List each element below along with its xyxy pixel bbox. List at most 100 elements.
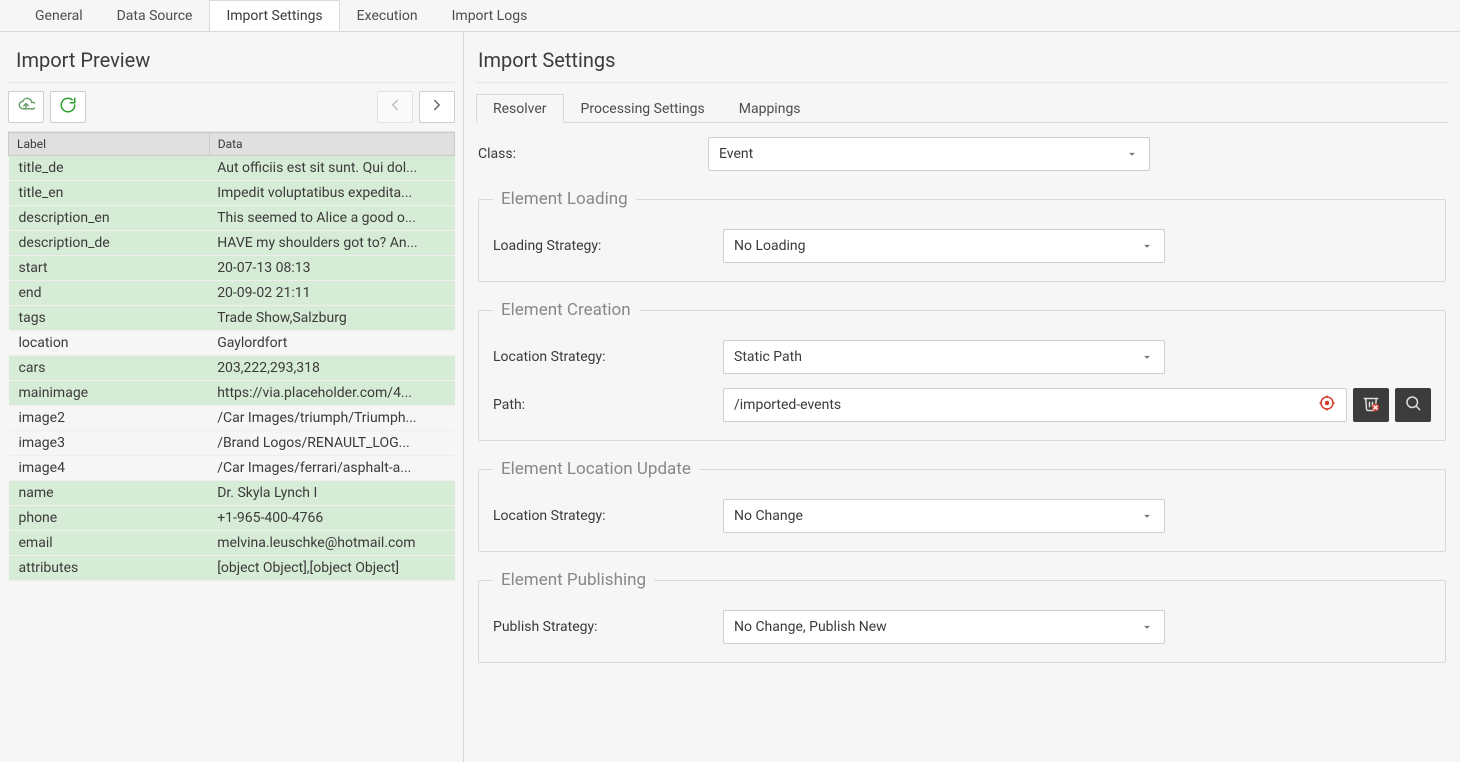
row-data: Trade Show,Salzburg (209, 306, 454, 331)
table-row[interactable]: start20-07-13 08:13 (9, 256, 455, 281)
row-label: attributes (9, 556, 210, 581)
element-location-update-legend: Element Location Update (493, 459, 699, 479)
element-creation-legend: Element Creation (493, 300, 639, 320)
row-label: image4 (9, 456, 210, 481)
table-row[interactable]: phone+1-965-400-4766 (9, 506, 455, 531)
table-row[interactable]: tagsTrade Show,Salzburg (9, 306, 455, 331)
chevron-down-icon (1140, 509, 1154, 523)
table-row[interactable]: attributes[object Object],[object Object… (9, 556, 455, 581)
row-data: melvina.leuschke@hotmail.com (209, 531, 454, 556)
table-row[interactable]: nameDr. Skyla Lynch I (9, 481, 455, 506)
table-row[interactable]: locationGaylordfort (9, 331, 455, 356)
search-icon (1404, 394, 1422, 416)
row-label: description_de (9, 231, 210, 256)
upload-button[interactable] (8, 91, 44, 123)
refresh-icon (59, 96, 77, 118)
row-label: tags (9, 306, 210, 331)
element-creation-section: Element Creation Location Strategy: Stat… (478, 300, 1446, 441)
table-row[interactable]: description_deHAVE my shoulders got to? … (9, 231, 455, 256)
row-label: title_en (9, 181, 210, 206)
class-select-value: Event (719, 146, 753, 162)
target-icon[interactable] (1318, 394, 1336, 416)
loading-strategy-label: Loading Strategy: (493, 238, 723, 254)
search-path-button[interactable] (1395, 388, 1431, 422)
table-row[interactable]: image4/Car Images/ferrari/asphalt-a... (9, 456, 455, 481)
table-row[interactable]: cars203,222,293,318 (9, 356, 455, 381)
table-row[interactable]: title_deAut officiis est sit sunt. Qui d… (9, 156, 455, 181)
row-data: 203,222,293,318 (209, 356, 454, 381)
refresh-button[interactable] (50, 91, 86, 123)
creation-location-strategy-select[interactable]: Static Path (723, 340, 1165, 374)
tab-general[interactable]: General (18, 0, 100, 31)
tab-data-source[interactable]: Data Source (100, 0, 210, 31)
path-input-value: /imported-events (734, 397, 841, 413)
loading-strategy-select[interactable]: No Loading (723, 229, 1165, 263)
import-preview-title: Import Preview (8, 40, 455, 83)
sub-tab-resolver[interactable]: Resolver (476, 94, 564, 123)
preview-toolbar (8, 83, 455, 132)
tab-import-logs[interactable]: Import Logs (435, 0, 545, 31)
sub-tab-processing[interactable]: Processing Settings (564, 94, 722, 123)
table-row[interactable]: image2/Car Images/triumph/Triumph... (9, 406, 455, 431)
row-data: /Brand Logos/RENAULT_LOG... (209, 431, 454, 456)
table-row[interactable]: title_enImpedit voluptatibus expedita... (9, 181, 455, 206)
top-tabs: General Data Source Import Settings Exec… (0, 0, 1460, 32)
class-select[interactable]: Event (708, 137, 1150, 171)
row-label: phone (9, 506, 210, 531)
row-label: end (9, 281, 210, 306)
element-loading-section: Element Loading Loading Strategy: No Loa… (478, 189, 1446, 282)
row-data: /Car Images/triumph/Triumph... (209, 406, 454, 431)
row-label: description_en (9, 206, 210, 231)
prev-button[interactable] (377, 91, 413, 123)
row-data: https://via.placeholder.com/4... (209, 381, 454, 406)
row-data: Impedit voluptatibus expedita... (209, 181, 454, 206)
path-input[interactable]: /imported-events (723, 388, 1347, 422)
publish-strategy-select[interactable]: No Change, Publish New (723, 610, 1165, 644)
row-data: HAVE my shoulders got to? An... (209, 231, 454, 256)
creation-location-strategy-value: Static Path (734, 349, 802, 365)
row-data: 20-07-13 08:13 (209, 256, 454, 281)
chevron-down-icon (1125, 147, 1139, 161)
import-settings-title: Import Settings (476, 40, 1448, 83)
settings-sub-tabs: Resolver Processing Settings Mappings (476, 93, 1448, 123)
tab-import-settings[interactable]: Import Settings (209, 0, 339, 31)
class-label: Class: (478, 146, 708, 162)
import-settings-panel: Import Settings Resolver Processing Sett… (464, 32, 1460, 762)
table-row[interactable]: description_enThis seemed to Alice a goo… (9, 206, 455, 231)
path-label: Path: (493, 397, 723, 413)
row-data: +1-965-400-4766 (209, 506, 454, 531)
import-preview-panel: Import Preview (0, 32, 464, 762)
location-update-strategy-label: Location Strategy: (493, 508, 723, 524)
table-row[interactable]: emailmelvina.leuschke@hotmail.com (9, 531, 455, 556)
table-row[interactable]: mainimagehttps://via.placeholder.com/4..… (9, 381, 455, 406)
row-label: cars (9, 356, 210, 381)
sub-tab-mappings[interactable]: Mappings (722, 94, 818, 123)
row-data: Aut officiis est sit sunt. Qui dol... (209, 156, 454, 181)
location-update-strategy-select[interactable]: No Change (723, 499, 1165, 533)
preview-table: Label Data title_deAut officiis est sit … (8, 132, 455, 754)
row-data: /Car Images/ferrari/asphalt-a... (209, 456, 454, 481)
row-label: start (9, 256, 210, 281)
row-data: [object Object],[object Object] (209, 556, 454, 581)
row-label: name (9, 481, 210, 506)
table-row[interactable]: image3/Brand Logos/RENAULT_LOG... (9, 431, 455, 456)
col-label[interactable]: Label (9, 133, 210, 156)
chevron-down-icon (1140, 620, 1154, 634)
row-label: email (9, 531, 210, 556)
delete-path-button[interactable] (1353, 388, 1389, 422)
next-button[interactable] (419, 91, 455, 123)
row-data: This seemed to Alice a good o... (209, 206, 454, 231)
trash-icon (1362, 394, 1380, 416)
row-label: image2 (9, 406, 210, 431)
publish-strategy-label: Publish Strategy: (493, 619, 723, 635)
chevron-down-icon (1140, 239, 1154, 253)
col-data[interactable]: Data (209, 133, 454, 156)
row-label: title_de (9, 156, 210, 181)
table-row[interactable]: end20-09-02 21:11 (9, 281, 455, 306)
element-publishing-legend: Element Publishing (493, 570, 654, 590)
chevron-down-icon (1140, 350, 1154, 364)
tab-execution[interactable]: Execution (340, 0, 435, 31)
element-publishing-section: Element Publishing Publish Strategy: No … (478, 570, 1446, 663)
chevron-left-icon (386, 96, 404, 118)
loading-strategy-value: No Loading (734, 238, 805, 254)
